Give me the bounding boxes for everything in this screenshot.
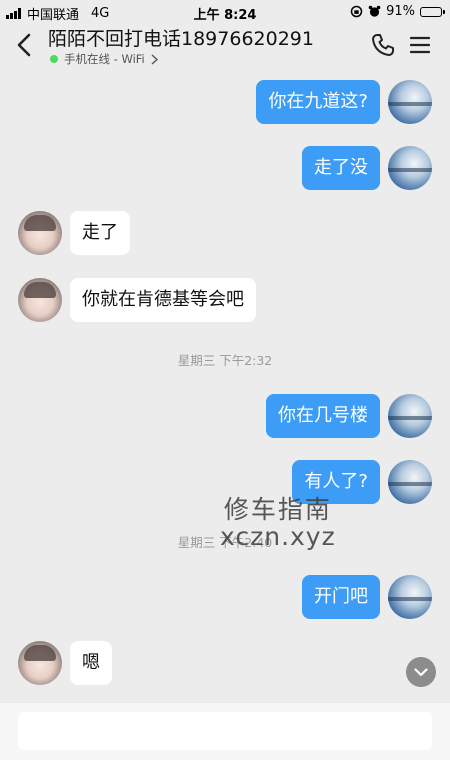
watermark: 修车指南 xczn.xyz (220, 490, 336, 551)
scroll-to-bottom-button[interactable] (406, 657, 436, 687)
received-message-bubble[interactable]: 嗯 (70, 641, 112, 685)
sent-message-bubble[interactable]: 你在几号楼 (266, 394, 380, 438)
alarm-icon (368, 5, 381, 17)
input-bar (0, 703, 450, 760)
sent-message-bubble[interactable]: 走了没 (302, 146, 380, 190)
sent-message-bubble[interactable]: 开门吧 (302, 575, 380, 619)
message-row: 开门吧 (0, 575, 450, 619)
menu-icon[interactable] (410, 35, 430, 55)
chevron-left-icon[interactable] (14, 30, 36, 60)
my-avatar[interactable] (388, 460, 432, 504)
message-input[interactable] (18, 712, 432, 750)
received-message-bubble[interactable]: 你就在肯德基等会吧 (70, 278, 256, 322)
battery-icon (420, 6, 445, 17)
orientation-lock-icon (350, 5, 363, 18)
status-bar: 中国联通 4G 上午 8:24 91% (0, 0, 450, 24)
online-status[interactable]: 手机在线 - WiFi (50, 51, 158, 67)
message-row: 走了没 (0, 146, 450, 190)
my-avatar[interactable] (388, 394, 432, 438)
my-avatar[interactable] (388, 575, 432, 619)
message-row: 嗯 (0, 641, 450, 685)
my-avatar[interactable] (388, 80, 432, 124)
sent-message-bubble[interactable]: 你在九道这? (256, 80, 380, 124)
chat-header: 陌陌不回打电话18976620291 手机在线 - WiFi (0, 22, 450, 70)
status-bar-right: 91% (350, 4, 445, 19)
online-dot-icon (50, 55, 58, 63)
received-message-bubble[interactable]: 走了 (70, 211, 130, 255)
message-row: 你就在肯德基等会吧 (0, 278, 450, 322)
online-status-label: 手机在线 - WiFi (64, 52, 145, 66)
timestamp-label: 星期三 下午2:32 (177, 353, 273, 368)
chevron-right-icon (151, 53, 158, 65)
chevron-down-icon (414, 667, 428, 676)
contact-avatar[interactable] (18, 211, 62, 255)
contact-avatar[interactable] (18, 278, 62, 322)
chat-title: 陌陌不回打电话18976620291 (48, 28, 314, 50)
phone-icon[interactable] (370, 32, 396, 58)
battery-percent: 91% (386, 4, 415, 19)
watermark-line1: 修车指南 (223, 495, 332, 524)
message-row: 走了 (0, 211, 450, 255)
message-row: 你在九道这? (0, 80, 450, 124)
message-row: 你在几号楼 (0, 394, 450, 438)
my-avatar[interactable] (388, 146, 432, 190)
contact-avatar[interactable] (18, 641, 62, 685)
watermark-line2: xczn.xyz (220, 522, 336, 551)
